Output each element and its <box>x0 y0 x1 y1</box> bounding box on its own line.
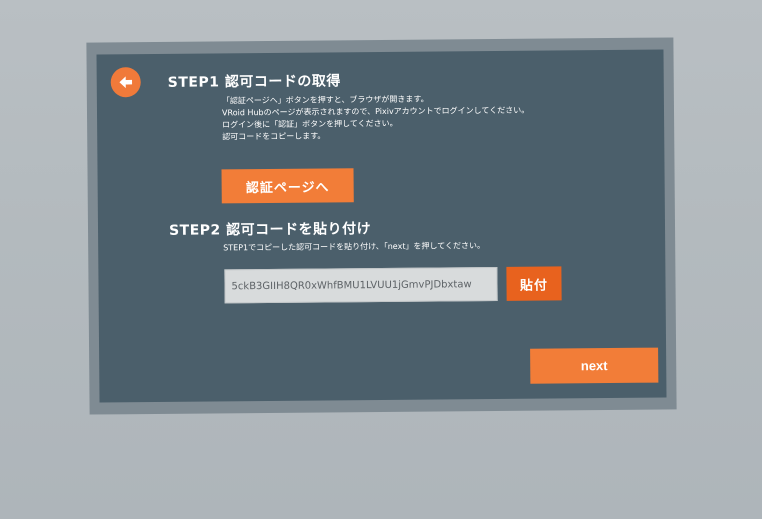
dialog-frame: STEP1 認可コードの取得 「認証ページへ」ボタンを押すと、ブラウザが開きます… <box>86 37 677 415</box>
paste-button[interactable]: 貼付 <box>506 266 562 301</box>
auth-page-button[interactable]: 認証ページへ <box>221 168 354 204</box>
step1-title: STEP1 認可コードの取得 <box>167 73 341 91</box>
next-button[interactable]: next <box>530 347 659 384</box>
step1-description-line: 認可コードをコピーします。 <box>222 131 326 142</box>
dialog-panel: STEP1 認可コードの取得 「認証ページへ」ボタンを押すと、ブラウザが開きます… <box>96 49 667 403</box>
back-button[interactable] <box>110 67 141 98</box>
auth-code-input[interactable] <box>224 266 498 304</box>
step1-description: 「認証ページへ」ボタンを押すと、ブラウザが開きます。 VRoid Hubのページ… <box>222 93 530 144</box>
step2-title: STEP2 認可コードを貼り付け <box>168 221 372 239</box>
back-arrow-icon <box>119 76 133 89</box>
step2-description: STEP1でコピーした認可コードを貼り付け、「next」を押してください。 <box>223 241 485 253</box>
